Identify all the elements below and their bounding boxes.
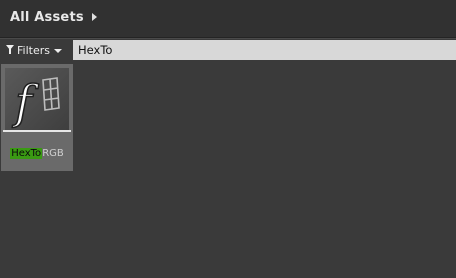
filter-row: Filters <box>0 39 456 62</box>
asset-name-match: HexTo <box>10 148 43 159</box>
function-icon: f <box>5 68 69 132</box>
filters-label: Filters <box>17 43 50 57</box>
asset-grid: f HexToRGB <box>0 62 456 278</box>
asset-tile[interactable]: f HexToRGB <box>1 64 73 171</box>
function-thumbnail-icon: f <box>5 68 69 132</box>
filters-button[interactable]: Filters <box>6 41 62 59</box>
asset-name: HexToRGB <box>1 148 73 159</box>
chevron-down-icon <box>53 48 62 53</box>
breadcrumb-all-assets[interactable]: All Assets <box>10 10 84 25</box>
breadcrumb-arrow-icon[interactable] <box>92 13 97 21</box>
content-browser: All Assets Filters HexTo f HexToRGB <box>0 0 456 278</box>
asset-name-rest: RGB <box>42 148 64 159</box>
thumbnail-underline <box>3 130 71 132</box>
search-input[interactable] <box>73 40 456 60</box>
path-bar: All Assets <box>0 0 456 38</box>
filter-funnel-icon <box>6 45 14 55</box>
